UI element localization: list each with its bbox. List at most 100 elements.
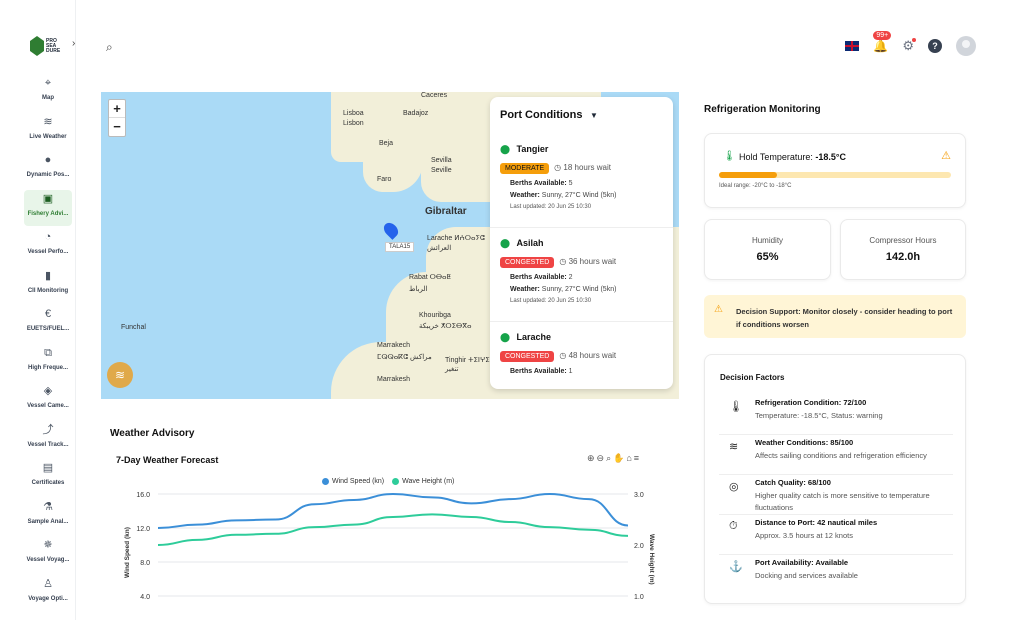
flask-icon: ⚗	[43, 500, 53, 513]
clock-icon: ◷	[554, 163, 562, 172]
sidebar-item-8[interactable]: ◈ Vessel Came...	[24, 382, 72, 418]
sidebar-item-0[interactable]: ⌖ Map	[24, 74, 72, 110]
last-updated: Last updated: 20 Jun 25 10:30	[510, 298, 592, 304]
zoom-controls: + −	[108, 99, 126, 137]
berths-value: 2	[568, 274, 573, 281]
sidebar-item-1[interactable]: ≋ Live Weather	[24, 113, 72, 149]
help-icon[interactable]: ?	[928, 39, 942, 53]
berths-label: Berths Available:	[510, 274, 567, 281]
zoom-out-button[interactable]: −	[109, 118, 125, 136]
map-city-label: Seville	[431, 167, 452, 174]
port-name: Tangier	[516, 144, 549, 154]
legend-item-wind[interactable]: Wind Speed (kn)	[322, 478, 384, 485]
sidebar-item-6[interactable]: € EUETS/FUEL...	[24, 305, 72, 341]
factor-title: Catch Quality: 68/100	[755, 478, 831, 487]
decision-factor-item: ⏱ Distance to Port: 42 nautical miles Appr…	[719, 515, 953, 555]
humidity-value: 65%	[756, 251, 779, 263]
port-conditions-panel: Port Conditions ▼ ⬤ Tangier MODERATE ◷ 18 …	[490, 97, 673, 389]
y-tick-label: 8.0	[140, 560, 150, 567]
sidebar-item-13[interactable]: ♙ Voyage Opti...	[24, 575, 72, 611]
zoom-in-icon[interactable]: ⊕	[587, 453, 597, 463]
sidebar-item-12[interactable]: ✵ Vessel Voyag...	[24, 536, 72, 572]
y-axis-label: Wind Speed (kn)	[124, 527, 131, 578]
map-pin-icon: ⬤	[500, 332, 511, 342]
ideal-range: Ideal range: -20°C to -18°C	[719, 183, 792, 189]
search-icon[interactable]: ⌕	[106, 40, 113, 55]
map-city-label: العرائش	[427, 245, 452, 252]
map-pin-icon: ⬤	[500, 144, 511, 154]
zoom-out-icon[interactable]: ⊖	[597, 453, 607, 463]
collapse-sidebar-icon[interactable]: ›	[72, 38, 75, 49]
chevron-down-icon[interactable]: ▼	[590, 111, 598, 120]
sidebar-item-label: EUETS/FUEL...	[26, 326, 70, 332]
pan-hand-icon[interactable]: ✋	[613, 453, 626, 463]
sidebar-item-5[interactable]: ▮ CII Monitoring	[24, 267, 72, 303]
series-line-wave-height[interactable]	[157, 513, 629, 546]
hold-temperature-label: Hold Temperature:	[739, 152, 813, 162]
route-icon: ⤴	[42, 423, 54, 436]
legend-swatch-wave	[392, 478, 400, 485]
decision-factors-card: Decision Factors 🌡 Refrigeration Conditio…	[704, 354, 966, 604]
factor-description: Affects sailing conditions and refrigera…	[755, 451, 927, 460]
vessel-location-pin-icon[interactable]	[381, 220, 401, 240]
wait-time-text: 18 hours wait	[563, 163, 611, 172]
avatar[interactable]	[956, 36, 976, 56]
vessel-label: TALA15	[385, 242, 415, 252]
map-city-label: Tinghir ⵜⵉⵏⵖⵉⵔ	[445, 357, 496, 364]
legend-item-wave[interactable]: Wave Height (m)	[392, 478, 454, 485]
port-name: Asilah	[516, 238, 544, 248]
app-logo[interactable]: PRO SEA DURE	[30, 36, 60, 56]
map-city-label: Badajoz	[403, 110, 429, 117]
sidebar-item-7[interactable]: ⧉ High Freque...	[24, 344, 72, 380]
sidebar-item-label: High Freque...	[27, 364, 68, 371]
sidebar-item-2[interactable]: ● Dynamic Pos...	[24, 151, 72, 187]
legend-label-wind: Wind Speed (kn)	[332, 478, 385, 485]
sidebar-item-label: Dynamic Pos...	[26, 172, 70, 178]
sidebar-item-label: Vessel Track...	[27, 441, 69, 448]
sidebar-item-3[interactable]: ▣ Fishery Advi...	[24, 189, 72, 226]
sidebar-item-label: Map	[42, 95, 54, 101]
gauge-icon: ◔	[44, 231, 52, 243]
port-card[interactable]: ⬤ Larache CONGESTED ◷ 48 hours wait Berths …	[500, 327, 663, 380]
port-card[interactable]: ⬤ Tangier MODERATE ◷ 18 hours wait Berths A…	[500, 139, 663, 210]
notification-badge: 99+	[873, 31, 892, 40]
map-city-label: Khouribga	[419, 312, 451, 319]
hold-temperature-value: -18.5°C	[815, 152, 847, 162]
uk-flag-icon[interactable]	[845, 41, 860, 51]
sidebar-item-10[interactable]: ▤ Certificates	[24, 459, 72, 495]
series-line-wind-speed[interactable]	[157, 492, 629, 529]
forecast-chart-title: 7-Day Weather Forecast	[116, 455, 219, 465]
sidebar-item-4[interactable]: ◔ Vessel Perfo...	[24, 228, 72, 264]
compressor-hours-value: 142.0h	[885, 251, 921, 263]
map-city-label: الرباط	[409, 286, 428, 293]
map-pin-icon: ⌖	[44, 77, 52, 89]
notification-bell-icon[interactable]: 🔔 99+	[873, 31, 892, 53]
wait-time-text: 48 hours wait	[568, 351, 617, 360]
thermometer-icon: 🌡	[723, 151, 736, 162]
factor-description: Docking and services available	[755, 571, 858, 580]
copy-icon: ⧉	[44, 346, 52, 359]
gear-icon[interactable]: ⚙	[902, 38, 916, 54]
chart-legend: Wind Speed (kn) Wave Height (m)	[322, 478, 454, 485]
zoom-in-button[interactable]: +	[109, 100, 125, 118]
stopwatch-icon: ⏱	[729, 520, 738, 532]
sidebar-item-11[interactable]: ⚗ Sample Anal...	[24, 498, 72, 534]
menu-icon[interactable]: ≡	[634, 453, 641, 463]
map-city-label: Beja	[379, 140, 394, 147]
wait-time-text: 36 hours wait	[568, 257, 617, 266]
top-actions: 🔔 99+ ⚙ ?	[845, 31, 976, 56]
sidebar-item-9[interactable]: ⤴ Vessel Track...	[24, 421, 72, 457]
wind-icon: ≋	[43, 115, 53, 128]
chart-toolbar: ⊕⊖⌕✋⌂≡	[587, 453, 641, 464]
refrigeration-title: Refrigeration Monitoring	[704, 104, 821, 115]
map-layers-button[interactable]: ≋	[107, 362, 133, 388]
location-icon: ●	[44, 154, 52, 166]
home-icon[interactable]: ⌂	[626, 453, 633, 463]
wind-icon: ≋	[729, 441, 739, 453]
map-city-label: خريبكة ⵅⵔⵉⴱⴳⴰ	[419, 323, 472, 330]
port-card[interactable]: ⬤ Asilah CONGESTED ◷ 36 hours wait Berths A…	[500, 233, 663, 304]
map-city-label: Funchal	[121, 324, 146, 331]
clock-icon: ◷	[559, 351, 567, 360]
map-city-label: Gibraltar	[425, 206, 467, 217]
land-algarve	[363, 152, 423, 192]
